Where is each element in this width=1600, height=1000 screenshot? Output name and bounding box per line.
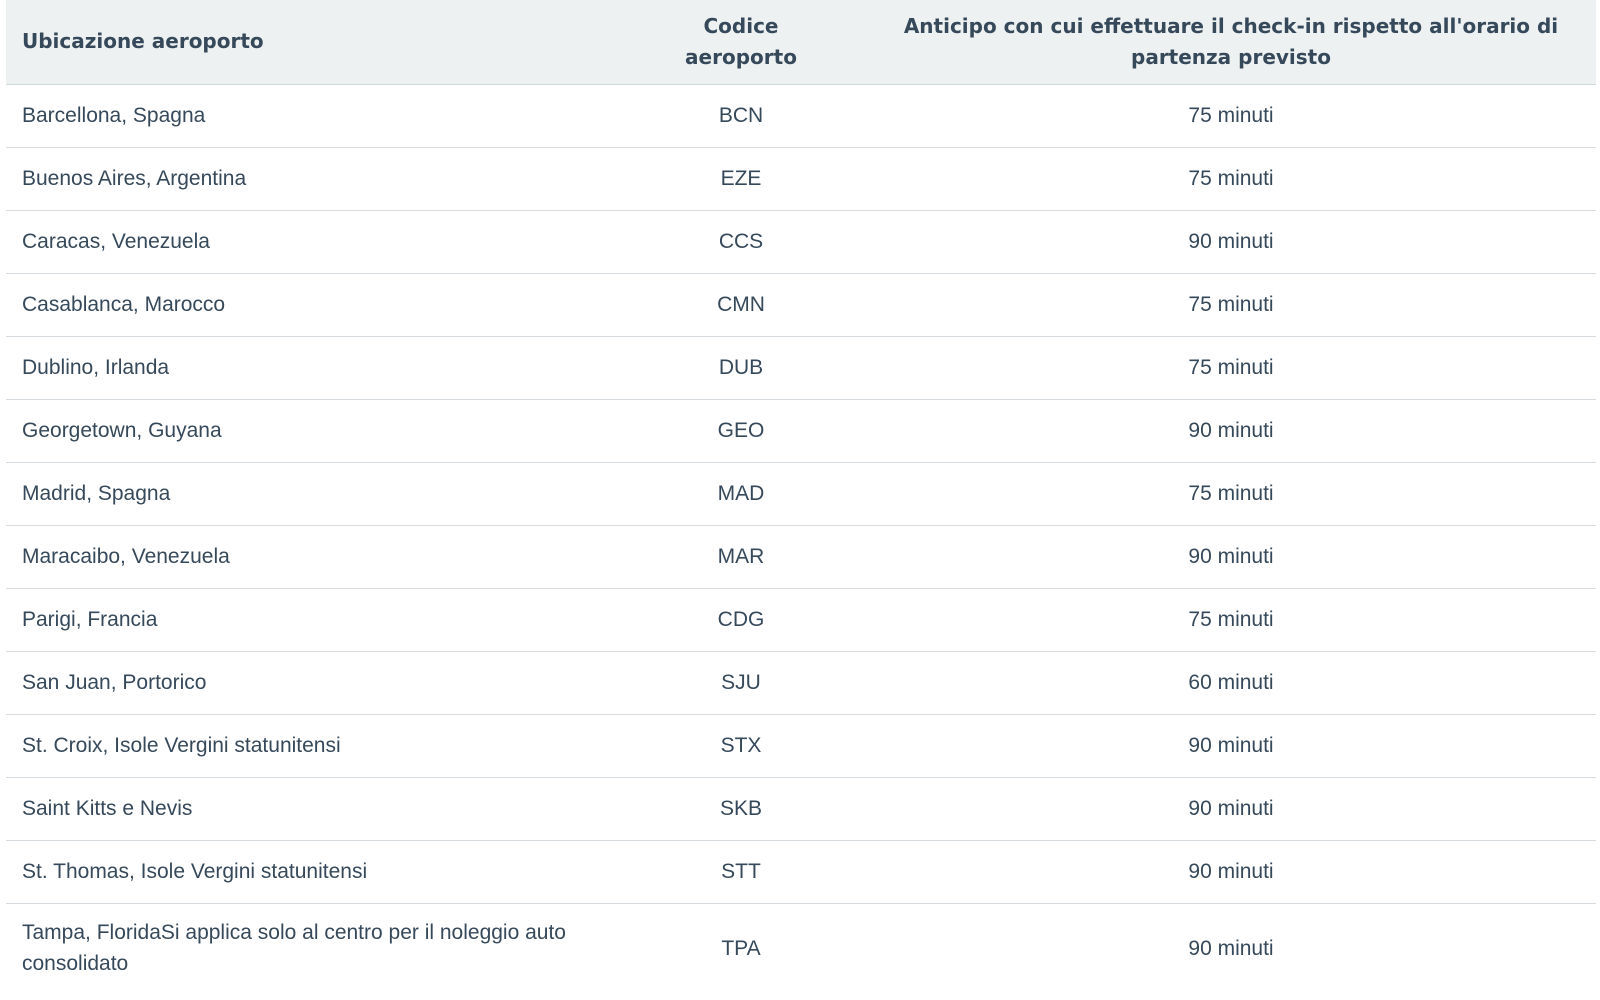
checkin-times-table: Ubicazione aeroporto Codice aeroporto An…	[6, 0, 1596, 993]
cell-checkin: 90 minuti	[1188, 419, 1274, 442]
cell-checkin: 75 minuti	[1188, 356, 1274, 379]
cell-location: Dublino, Irlanda	[22, 356, 170, 379]
table-row: Madrid, Spagna MAD 75 minuti	[6, 462, 1596, 525]
cell-code: DUB	[718, 356, 764, 379]
table-row: Dublino, Irlanda DUB 75 minuti	[6, 336, 1596, 399]
header-location: Ubicazione aeroporto	[6, 0, 616, 85]
cell-code: STT	[721, 860, 761, 883]
cell-location: Buenos Aires, Argentina	[22, 167, 247, 190]
table-row: Maracaibo, Venezuela MAR 90 minuti	[6, 525, 1596, 588]
cell-location: Madrid, Spagna	[22, 482, 171, 505]
cell-checkin: 90 minuti	[1188, 936, 1274, 960]
table-header: Ubicazione aeroporto Codice aeroporto An…	[6, 0, 1596, 85]
cell-location: Barcellona, Spagna	[22, 104, 206, 127]
table-row: Buenos Aires, Argentina EZE 75 minuti	[6, 147, 1596, 210]
cell-location: St. Croix, Isole Vergini statunitensi	[22, 734, 341, 757]
cell-checkin: 75 minuti	[1188, 482, 1274, 505]
table-row: San Juan, Portorico SJU 60 minuti	[6, 651, 1596, 714]
cell-code: CDG	[717, 608, 765, 631]
cell-code: BCN	[718, 104, 764, 127]
header-code: Codice aeroporto	[616, 0, 866, 85]
cell-location: Parigi, Francia	[22, 608, 158, 631]
table-row: Georgetown, Guyana GEO 90 minuti	[6, 399, 1596, 462]
cell-code: EZE	[720, 167, 762, 190]
cell-location: Tampa, FloridaSi applica solo al centro …	[22, 921, 566, 976]
table-header-row: Ubicazione aeroporto Codice aeroporto An…	[6, 0, 1596, 85]
table-row: Tampa, FloridaSi applica solo al centro …	[6, 903, 1596, 993]
cell-code: MAD	[717, 482, 765, 505]
header-checkin: Anticipo con cui effettuare il check-in …	[866, 0, 1596, 85]
cell-checkin: 90 minuti	[1188, 734, 1274, 757]
cell-checkin: 90 minuti	[1188, 230, 1274, 253]
cell-location: Caracas, Venezuela	[22, 230, 210, 253]
cell-checkin: 60 minuti	[1188, 671, 1274, 694]
cell-code: SKB	[719, 797, 763, 820]
table-row: Caracas, Venezuela CCS 90 minuti	[6, 210, 1596, 273]
table-row: Casablanca, Marocco CMN 75 minuti	[6, 273, 1596, 336]
cell-location: Casablanca, Marocco	[22, 293, 226, 316]
cell-code: STX	[720, 734, 762, 757]
checkin-times-table-container: Ubicazione aeroporto Codice aeroporto An…	[6, 0, 1596, 993]
cell-checkin: 90 minuti	[1188, 797, 1274, 820]
table-row: Parigi, Francia CDG 75 minuti	[6, 588, 1596, 651]
cell-location: St. Thomas, Isole Vergini statunitensi	[22, 860, 368, 883]
cell-checkin: 75 minuti	[1188, 293, 1274, 316]
table-row: Barcellona, Spagna BCN 75 minuti	[6, 84, 1596, 147]
table-body: Barcellona, Spagna BCN 75 minuti Buenos …	[6, 84, 1596, 993]
cell-location: Saint Kitts e Nevis	[22, 797, 193, 820]
cell-code: TPA	[721, 936, 761, 960]
cell-code: GEO	[717, 419, 765, 442]
cell-checkin: 75 minuti	[1188, 608, 1274, 631]
cell-location: San Juan, Portorico	[22, 671, 207, 694]
table-row: St. Croix, Isole Vergini statunitensi ST…	[6, 714, 1596, 777]
cell-checkin: 90 minuti	[1188, 545, 1274, 568]
cell-code: CMN	[717, 293, 765, 316]
cell-location: Maracaibo, Venezuela	[22, 545, 230, 568]
cell-code: CCS	[718, 230, 764, 253]
cell-code: MAR	[717, 545, 765, 568]
cell-checkin: 75 minuti	[1188, 104, 1274, 127]
cell-checkin: 90 minuti	[1188, 860, 1274, 883]
cell-location: Georgetown, Guyana	[22, 419, 222, 442]
table-row: St. Thomas, Isole Vergini statunitensi S…	[6, 840, 1596, 903]
cell-checkin: 75 minuti	[1188, 167, 1274, 190]
cell-code: SJU	[721, 671, 761, 694]
table-row: Saint Kitts e Nevis SKB 90 minuti	[6, 777, 1596, 840]
